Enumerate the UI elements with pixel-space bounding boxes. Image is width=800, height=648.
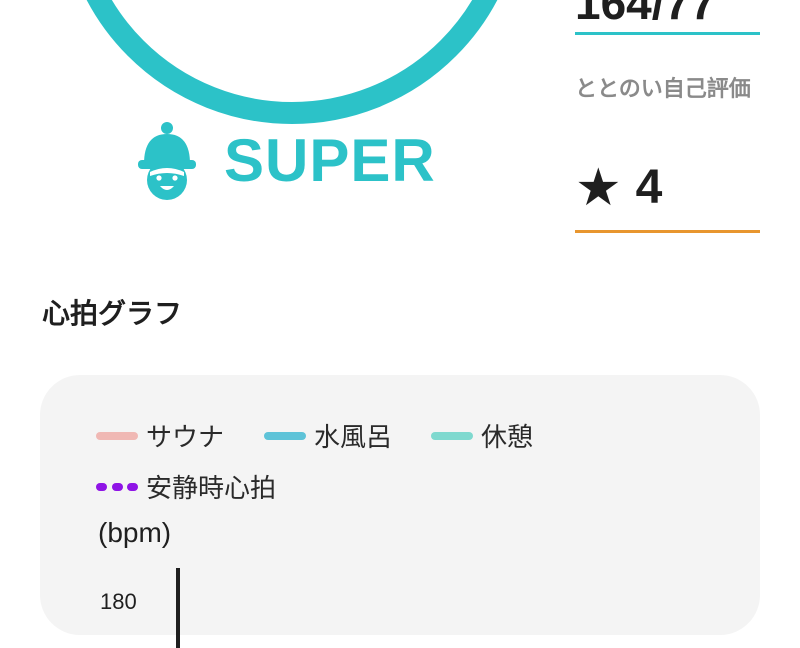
self-eval-rating: ★ 4 xyxy=(575,160,662,215)
heart-graph-title: 心拍グラフ xyxy=(42,297,183,330)
y-axis-line xyxy=(176,568,180,648)
legend-swatch-cold-bath xyxy=(264,431,306,440)
rating-value: 4 xyxy=(635,161,663,214)
legend-label-sauna: サウナ xyxy=(146,423,225,453)
score-ring xyxy=(60,0,524,124)
star-icon: ★ xyxy=(575,157,622,218)
legend-item-resting-hr: 安静時心拍 xyxy=(96,468,276,505)
legend-swatch-rest xyxy=(431,431,473,440)
heart-graph-card: サウナ 水風呂 休憩 安静時心拍 (bpm) 180 xyxy=(40,375,760,648)
level-label: SUPER xyxy=(224,127,436,194)
bp-underline xyxy=(575,32,760,35)
legend-item-rest: 休憩 xyxy=(431,417,533,454)
legend-item-sauna: サウナ xyxy=(96,417,224,454)
legend-item-cold-bath: 水風呂 xyxy=(264,417,392,454)
sauna-hat-face-icon xyxy=(138,122,196,200)
y-tick-label: 180 xyxy=(100,589,137,614)
legend-label-rest: 休憩 xyxy=(481,423,534,453)
blood-pressure-value: 164/77 xyxy=(575,0,716,29)
legend-swatch-resting-hr xyxy=(96,482,138,491)
self-eval-label: ととのい自己評価 xyxy=(575,77,751,102)
y-axis-unit: (bpm) xyxy=(98,517,172,548)
rating-underline xyxy=(575,230,760,233)
legend-label-cold-bath: 水風呂 xyxy=(314,423,393,453)
legend-swatch-sauna xyxy=(96,431,138,440)
legend-label-resting-hr: 安静時心拍 xyxy=(146,474,277,504)
level-badge: SUPER xyxy=(132,120,436,202)
